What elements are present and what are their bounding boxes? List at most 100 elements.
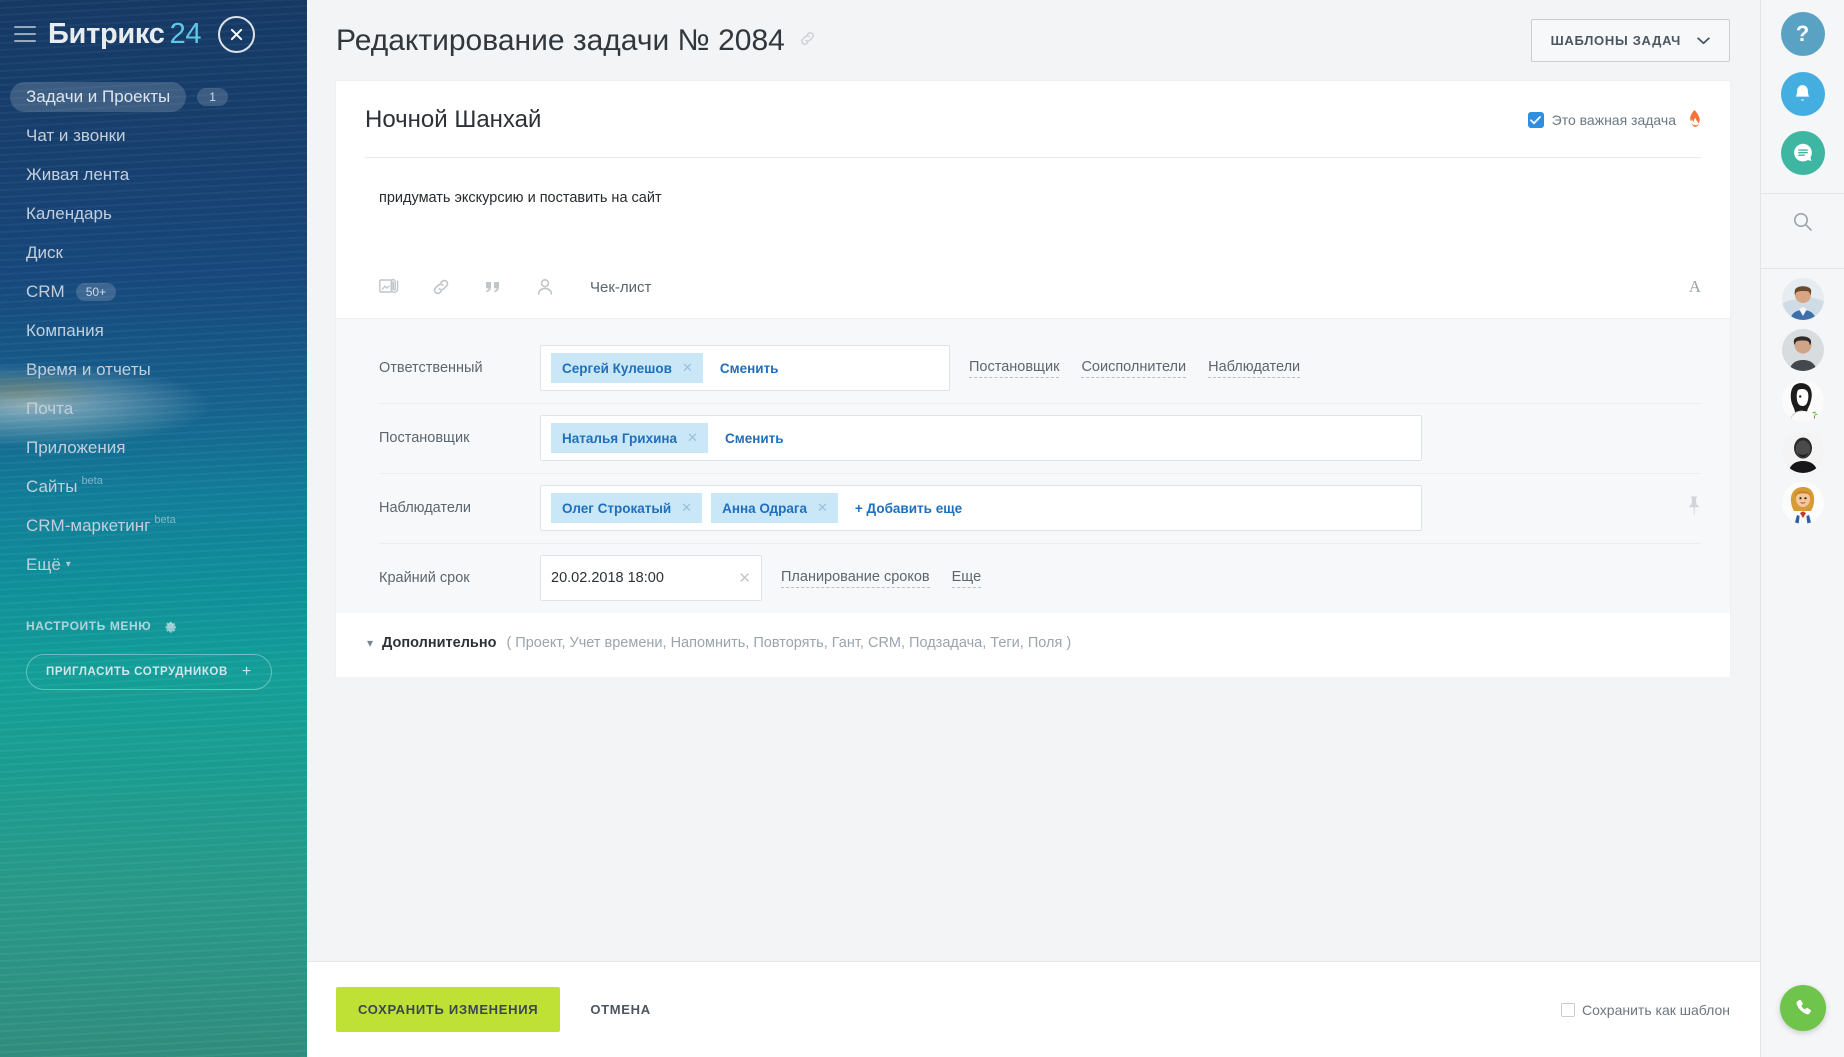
- sidebar-item-crm-marketing[interactable]: CRM-маркетинг beta: [0, 506, 307, 545]
- task-description[interactable]: придумать экскурсию и поставить на сайт: [336, 158, 1730, 256]
- search-button[interactable]: [1792, 194, 1814, 250]
- user-chip[interactable]: Анна Одрага ✕: [711, 493, 838, 523]
- sidebar-item-company[interactable]: Компания: [0, 311, 307, 350]
- clear-icon[interactable]: ✕: [738, 569, 751, 587]
- brand-number: 24: [170, 18, 202, 50]
- beta-badge: beta: [154, 514, 175, 526]
- quote-icon[interactable]: [483, 276, 505, 298]
- quote-glyph: [483, 278, 503, 296]
- avatar-1-image: [1782, 278, 1824, 320]
- link-observers[interactable]: Наблюдатели: [1208, 359, 1300, 378]
- save-as-template-label: Сохранить как шаблон: [1582, 1002, 1730, 1018]
- sidebar-logo-row: Битрикс24: [0, 0, 307, 68]
- gear-icon: [163, 618, 178, 633]
- avatar[interactable]: [1782, 380, 1824, 422]
- avatar[interactable]: [1782, 329, 1824, 371]
- additional-label: Дополнительно: [382, 635, 496, 651]
- attach-file-icon[interactable]: [379, 276, 401, 298]
- change-creator-link[interactable]: Сменить: [717, 431, 784, 446]
- setup-menu-button[interactable]: настроить меню: [26, 618, 307, 633]
- left-sidebar: Битрикс24 Задачи и Проекты 1 Чат и звонк…: [0, 0, 307, 1057]
- main-content: Редактирование задачи № 2084 ШАБЛОНЫ ЗАД…: [307, 0, 1760, 1057]
- additional-items-list: ( Проект, Учет времени, Напомнить, Повто…: [506, 635, 1071, 651]
- field-row-responsible: Ответственный Сергей Кулешов ✕ Сменить П…: [336, 333, 1730, 403]
- avatar[interactable]: [1782, 278, 1824, 320]
- sidebar-item-label: Время и отчеты: [26, 360, 151, 380]
- link-creator[interactable]: Постановщик: [969, 359, 1059, 378]
- deadline-extra-links: Планирование сроков Еще: [781, 569, 981, 588]
- task-card-header: Ночной Шанхай Это важная задача: [336, 81, 1730, 157]
- mention-user-icon[interactable]: [535, 276, 557, 298]
- link-glyph: [798, 29, 817, 48]
- avatar[interactable]: [1782, 482, 1824, 524]
- sidebar-item-time-reports[interactable]: Время и отчеты: [0, 350, 307, 389]
- responsible-extra-links: Постановщик Соисполнители Наблюдатели: [969, 359, 1300, 378]
- link-coexecutors[interactable]: Соисполнители: [1081, 359, 1186, 378]
- link-more-deadline[interactable]: Еще: [952, 569, 982, 588]
- add-observer-link[interactable]: + Добавить еще: [847, 501, 962, 516]
- save-button[interactable]: СОХРАНИТЬ ИЗМЕНЕНИЯ: [336, 987, 560, 1032]
- sidebar-item-calendar[interactable]: Календарь: [0, 194, 307, 233]
- sidebar-item-label: Календарь: [26, 204, 112, 224]
- chip-remove-icon[interactable]: ✕: [817, 500, 828, 516]
- font-size-icon[interactable]: A: [1689, 277, 1701, 297]
- notifications-button[interactable]: [1781, 72, 1825, 116]
- call-button[interactable]: [1780, 985, 1826, 1031]
- responsible-input[interactable]: Сергей Кулешов ✕ Сменить: [540, 345, 950, 391]
- field-label: Ответственный: [379, 360, 540, 376]
- cancel-button[interactable]: ОТМЕНА: [584, 1001, 657, 1018]
- sidebar-item-label: Ещё: [26, 555, 61, 575]
- save-as-template-checkbox[interactable]: Сохранить как шаблон: [1561, 1002, 1730, 1018]
- help-button[interactable]: ?: [1781, 12, 1825, 56]
- sidebar-item-label: Диск: [26, 243, 63, 263]
- user-chip-name: Олег Строкатый: [562, 501, 671, 516]
- checklist-button[interactable]: Чек-лист: [590, 279, 651, 296]
- important-task-checkbox[interactable]: Это важная задача: [1528, 110, 1701, 130]
- right-rail: ?: [1760, 0, 1844, 1057]
- sidebar-item-sites[interactable]: Сайты beta: [0, 467, 307, 506]
- avatar[interactable]: [1782, 431, 1824, 473]
- user-chip[interactable]: Сергей Кулешов ✕: [551, 353, 703, 383]
- task-title[interactable]: Ночной Шанхай: [365, 106, 541, 134]
- field-row-observers: Наблюдатели Олег Строкатый ✕ Анна Одрага…: [336, 473, 1730, 543]
- user-chip[interactable]: Олег Строкатый ✕: [551, 493, 702, 523]
- user-chip[interactable]: Наталья Грихина ✕: [551, 423, 708, 453]
- sidebar-item-tasks[interactable]: Задачи и Проекты 1: [0, 77, 307, 116]
- chip-remove-icon[interactable]: ✕: [687, 430, 698, 446]
- creator-input[interactable]: Наталья Грихина ✕ Сменить: [540, 415, 1422, 461]
- additional-section-toggle[interactable]: ▾ Дополнительно ( Проект, Учет времени, …: [336, 613, 1730, 677]
- messenger-button[interactable]: [1781, 131, 1825, 175]
- sidebar-item-more[interactable]: Ещё ▾: [0, 545, 307, 584]
- brand-logo[interactable]: Битрикс24: [48, 18, 201, 51]
- invite-label: пригласить сотрудников: [46, 666, 228, 678]
- pin-icon[interactable]: [1687, 496, 1701, 521]
- form-footer: СОХРАНИТЬ ИЗМЕНЕНИЯ ОТМЕНА Сохранить как…: [307, 961, 1760, 1057]
- deadline-input[interactable]: 20.02.2018 18:00 ✕: [540, 555, 762, 601]
- task-templates-button[interactable]: ШАБЛОНЫ ЗАДАЧ: [1531, 19, 1730, 62]
- change-responsible-link[interactable]: Сменить: [712, 361, 779, 376]
- flame-glyph: [1688, 110, 1701, 127]
- sidebar-item-label: Сайты: [26, 477, 77, 497]
- chip-remove-icon[interactable]: ✕: [681, 500, 692, 516]
- setup-menu-label: настроить меню: [26, 619, 151, 633]
- important-task-label: Это важная задача: [1552, 112, 1676, 128]
- observers-input[interactable]: Олег Строкатый ✕ Анна Одрага ✕ + Добавит…: [540, 485, 1422, 531]
- sidebar-item-chat[interactable]: Чат и звонки: [0, 116, 307, 155]
- brand-name: Битрикс: [48, 18, 165, 50]
- sidebar-item-disk[interactable]: Диск: [0, 233, 307, 272]
- chip-remove-icon[interactable]: ✕: [682, 360, 693, 376]
- sidebar-item-crm[interactable]: CRM 50+: [0, 272, 307, 311]
- sidebar-item-mail[interactable]: Почта: [0, 389, 307, 428]
- link-icon[interactable]: [798, 29, 817, 53]
- close-icon[interactable]: [218, 16, 255, 53]
- invite-employees-button[interactable]: пригласить сотрудников +: [26, 654, 272, 690]
- user-chip-name: Сергей Кулешов: [562, 361, 672, 376]
- sidebar-item-feed[interactable]: Живая лента: [0, 155, 307, 194]
- link-icon[interactable]: [431, 276, 453, 298]
- link-schedule-planning[interactable]: Планирование сроков: [781, 569, 930, 588]
- hamburger-icon[interactable]: [14, 26, 36, 42]
- sidebar-item-apps[interactable]: Приложения: [0, 428, 307, 467]
- sidebar-item-label: Компания: [26, 321, 104, 341]
- user-chip-name: Наталья Грихина: [562, 431, 677, 446]
- field-row-creator: Постановщик Наталья Грихина ✕ Сменить: [336, 403, 1730, 473]
